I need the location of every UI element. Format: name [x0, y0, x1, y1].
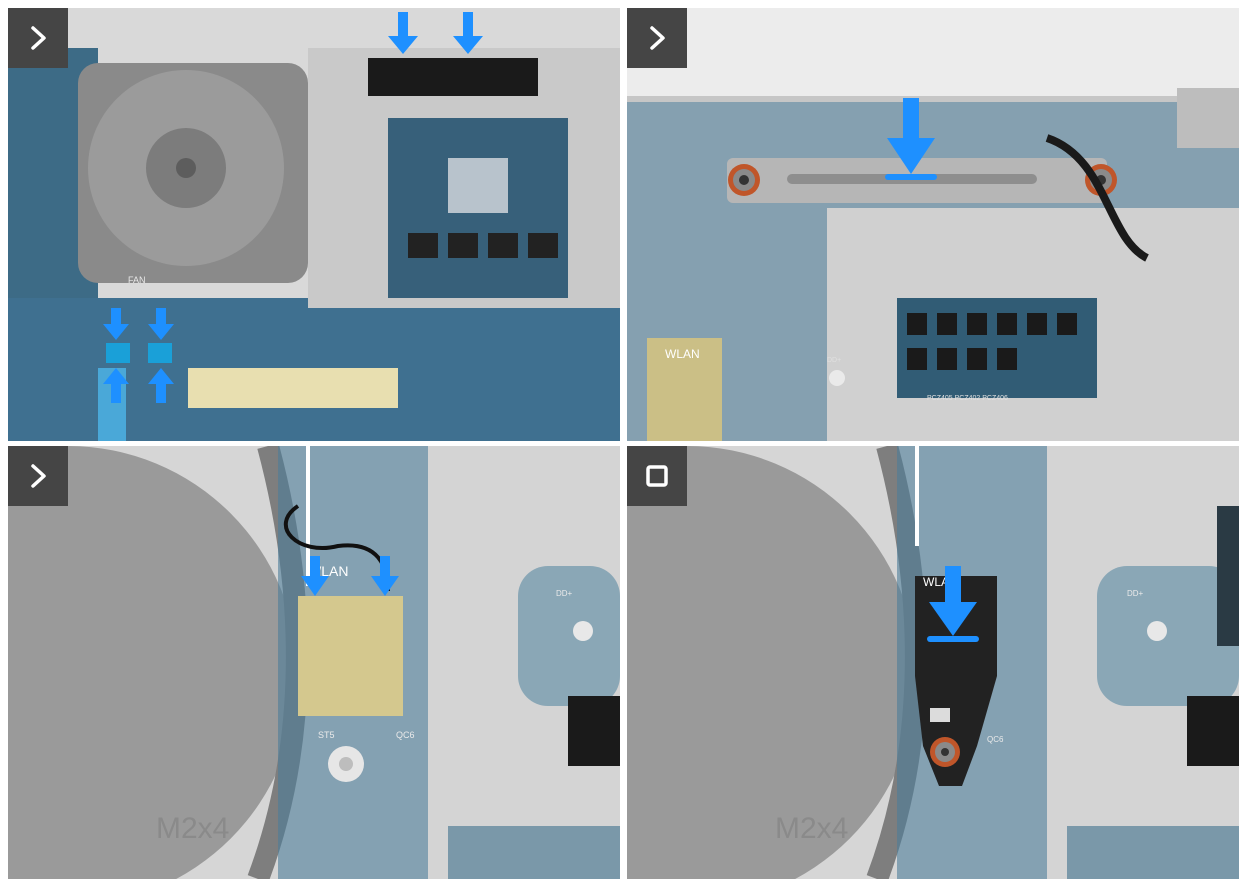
- chevron-right-icon: [31, 464, 46, 488]
- qc6-label: QC6: [987, 735, 1004, 744]
- fan-label: FAN: [128, 275, 146, 285]
- system-board-illustration: FAN: [8, 8, 620, 441]
- chevron-right-icon: [650, 26, 665, 50]
- m2x4-label: M2x4: [156, 812, 229, 845]
- m2x4-label: M2x4: [775, 812, 848, 845]
- smart-card-reader-cable: [188, 368, 398, 408]
- step-next-badge: [8, 446, 68, 506]
- screw-icon: [930, 737, 960, 767]
- component-code-label: PCZ405 PCZ402 PCZ406: [927, 395, 1008, 402]
- wlan-label: WLAN: [665, 347, 700, 361]
- step-2-panel: PCZ405 PCZ402 PCZ406 WLAN DD+: [627, 8, 1239, 441]
- step-3-panel: DD+ WLAN ST5 QC6 M2x4: [8, 446, 620, 879]
- display-cable: [368, 58, 538, 96]
- chevron-right-icon: [31, 26, 46, 50]
- screw-icon: [728, 164, 760, 196]
- step-next-badge: [8, 8, 68, 68]
- stop-square-icon: [646, 465, 668, 487]
- qc6-label: QC6: [396, 730, 415, 740]
- step-end-badge: [627, 446, 687, 506]
- wlan-bracket-illustration: DD+ WLAN QC6 M2x4: [627, 446, 1239, 879]
- bracket-illustration: PCZ405 PCZ402 PCZ406 WLAN DD+: [627, 8, 1239, 441]
- step-1-panel: FAN: [8, 8, 620, 441]
- wlan-card-illustration: DD+ WLAN ST5 QC6 M2x4: [8, 446, 620, 879]
- dd-label: DD+: [827, 357, 841, 364]
- dd-label: DD+: [556, 589, 573, 598]
- wlan-card: [298, 596, 403, 716]
- ffc-connector: [148, 343, 172, 363]
- step-next-badge: [627, 8, 687, 68]
- ffc-connector: [106, 343, 130, 363]
- st5-label: ST5: [318, 730, 335, 740]
- processor-die: [448, 158, 508, 213]
- dd-label: DD+: [1127, 589, 1144, 598]
- step-4-panel: DD+ WLAN QC6 M2x4: [627, 446, 1239, 879]
